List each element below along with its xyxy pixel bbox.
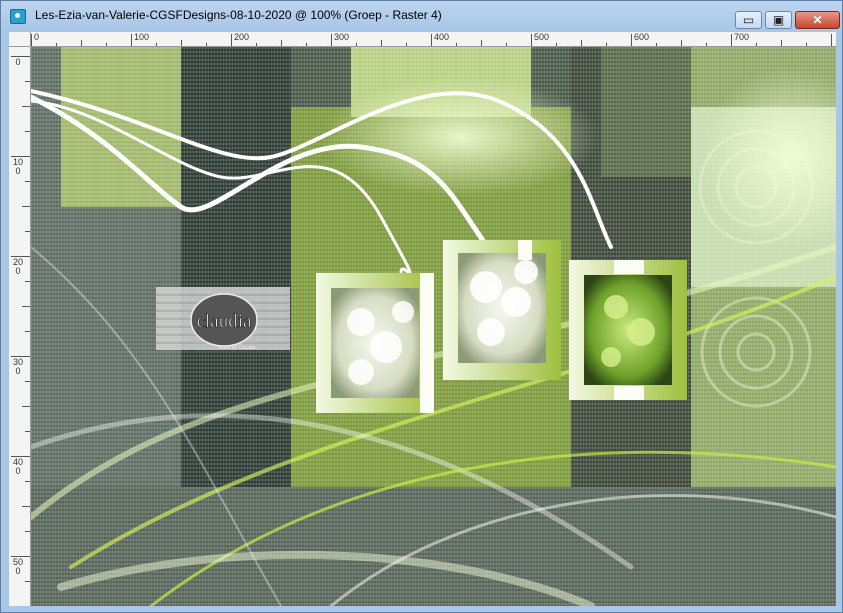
ruler-v-label: 300 [13,357,24,376]
window-title: Les-Ezia-van-Valerie-CGSFDesigns-08-10-2… [35,8,442,22]
maximize-button[interactable]: ▣ [765,11,792,29]
document-area: 0 100 200 300 400 500 600 700 0 100 200 … [9,32,836,606]
watermark-text: claudia [197,311,252,332]
close-button[interactable]: ✕ [795,11,840,29]
vertical-ruler: 0 100 200 300 400 500 [9,47,31,606]
ruler-h-label: 200 [234,32,250,42]
maximize-icon: ▣ [772,13,785,27]
photo-frame-1 [316,273,434,413]
ruler-v-label: 100 [13,157,24,176]
minimize-icon: ▭ [742,13,755,27]
minimize-button[interactable]: ▭ [735,11,762,29]
ruler-h-label: 600 [634,32,650,42]
ruler-h-label: 400 [434,32,450,42]
ruler-v-label: 500 [13,557,24,576]
ruler-v-label: 200 [13,257,24,276]
ruler-h-label: 700 [734,32,750,42]
app-icon [10,9,26,24]
photo-frame-2 [443,240,561,380]
ruler-v-ticks [11,56,30,582]
photo-frame-3 [569,260,687,400]
ruler-v-label: 0 [15,57,21,67]
ruler-v-label: 400 [13,457,24,476]
watermark-tagline: Tubed by Claudia [216,345,255,351]
ruler-h-label: 300 [334,32,350,42]
horizontal-ruler: 0 100 200 300 400 500 600 700 [31,32,836,47]
artwork: claudia Tubed by Claudia [31,47,836,606]
ruler-h-label: 0 [34,32,40,42]
ruler-h-label: 100 [134,32,150,42]
image-window: Les-Ezia-van-Valerie-CGSFDesigns-08-10-2… [0,0,843,613]
ruler-corner [9,32,31,47]
title-bar[interactable]: Les-Ezia-van-Valerie-CGSFDesigns-08-10-2… [1,1,842,31]
image-canvas[interactable]: claudia Tubed by Claudia [31,47,836,606]
ruler-h-label: 500 [534,32,550,42]
close-icon: ✕ [812,13,823,27]
